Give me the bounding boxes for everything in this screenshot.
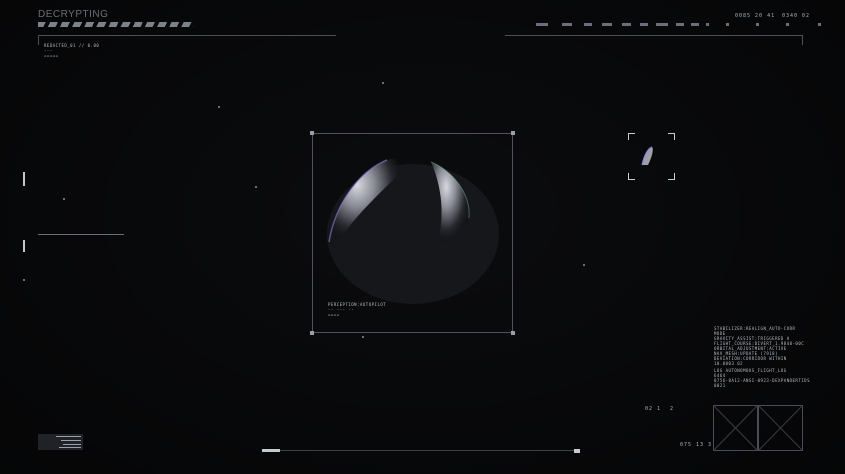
left-marker-dot	[23, 279, 25, 281]
left-marker-upper	[23, 172, 25, 186]
top-right-rule-tick	[802, 35, 803, 45]
top-right-code-b: 0340 02	[782, 13, 811, 19]
bars-level-icon	[38, 434, 83, 450]
top-right-code-a: 0085 20 41	[735, 13, 776, 19]
bottom-right-code-d: 3	[708, 442, 713, 448]
target-frame: PERCEPTION:AUTOPILOT -- --- -- ====	[310, 131, 515, 335]
top-left-info-line: =====	[44, 53, 59, 58]
bottom-right-code-c: 075 13	[680, 442, 705, 448]
frame-caption: PERCEPTION:AUTOPILOT -- --- -- ====	[328, 302, 386, 317]
timeline-start-marker	[262, 449, 280, 452]
scatter-dot	[218, 106, 220, 108]
progress-hatch-bar	[38, 22, 194, 27]
scatter-dot	[583, 264, 585, 266]
decrypting-title: DECRYPTING	[38, 9, 109, 20]
secondary-target-reticle	[628, 133, 675, 180]
left-scale-line	[38, 234, 124, 235]
bottom-timeline-bar	[262, 450, 580, 451]
top-right-rule	[505, 35, 803, 36]
timeline-end-marker	[574, 449, 580, 453]
scatter-dot	[362, 336, 364, 338]
status-log-line: 0756-8A12-ANSI-0923-DEXPANDERTIDS	[714, 378, 810, 383]
scatter-dot	[382, 82, 384, 84]
status-block: STABILIZER:REALIGN_AUTO-CORR MODE GRAVIT…	[714, 326, 824, 366]
top-left-rule-tick	[38, 35, 39, 45]
left-marker-lower	[23, 240, 25, 252]
status-log: LOG AUTONOMOUS_FLIGHT_LOG 6464 0756-8A12…	[714, 368, 824, 388]
top-left-info: REDACTED_01 // 0.00 --- =====	[44, 43, 99, 58]
small-asteroid-image	[641, 146, 653, 166]
scatter-dot	[63, 198, 65, 200]
top-right-dash-marks	[536, 23, 826, 26]
x-box-indicators	[713, 405, 803, 451]
status-log-line: 0021	[714, 383, 726, 388]
frame-caption-line: ====	[328, 312, 340, 317]
bottom-right-code: 02 1	[645, 406, 662, 412]
top-left-rule	[38, 35, 336, 36]
bottom-right-code-b: 2	[670, 406, 675, 412]
status-line: 10.0003 02	[714, 361, 744, 366]
scatter-dot	[255, 186, 257, 188]
